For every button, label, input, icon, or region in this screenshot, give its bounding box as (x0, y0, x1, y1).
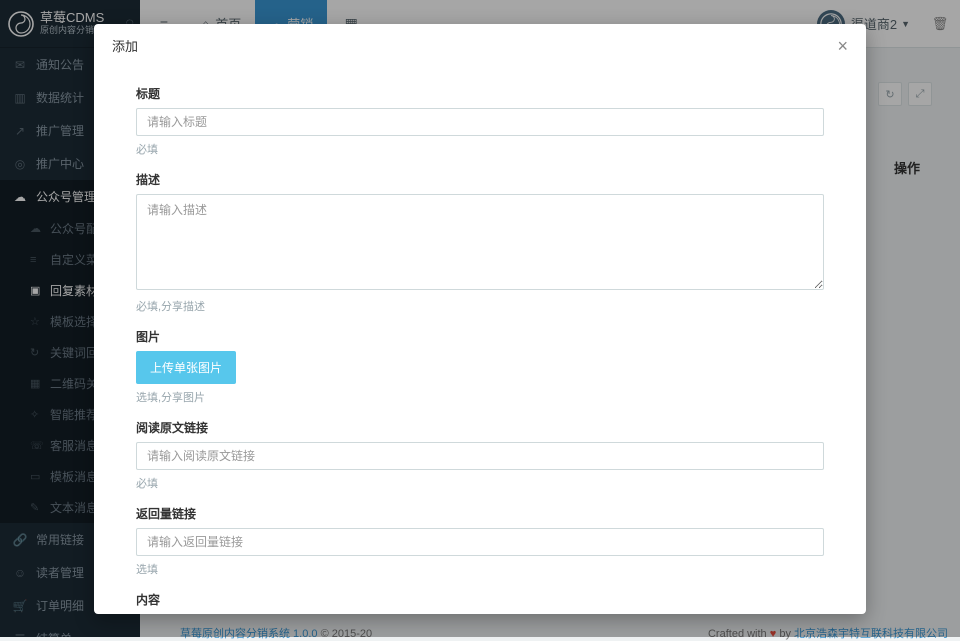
label-desc: 描述 (136, 171, 824, 188)
modal-title: 添加 (112, 36, 138, 55)
label-content: 内容 (136, 591, 824, 608)
input-desc[interactable] (136, 194, 824, 290)
close-button[interactable]: × (837, 37, 848, 55)
label-title: 标题 (136, 85, 824, 102)
modal-body[interactable]: 标题 必填 描述 必填,分享描述 图片 上传单张图片 选填,分享图片 阅读原文链… (94, 67, 866, 614)
label-image: 图片 (136, 328, 824, 345)
help-title: 必填 (136, 141, 824, 157)
help-image: 选填,分享图片 (136, 389, 824, 405)
help-readlink: 必填 (136, 475, 824, 491)
help-backlink: 选填 (136, 561, 824, 577)
help-desc: 必填,分享描述 (136, 298, 824, 314)
input-title[interactable] (136, 108, 824, 136)
label-readlink: 阅读原文链接 (136, 419, 824, 436)
input-backlink[interactable] (136, 528, 824, 556)
add-modal: 添加 × 标题 必填 描述 必填,分享描述 图片 上传单张图片 选填,分享图片 … (94, 24, 866, 614)
input-readlink[interactable] (136, 442, 824, 470)
modal-header: 添加 × (94, 24, 866, 67)
upload-image-button[interactable]: 上传单张图片 (136, 351, 236, 384)
label-backlink: 返回量链接 (136, 505, 824, 522)
